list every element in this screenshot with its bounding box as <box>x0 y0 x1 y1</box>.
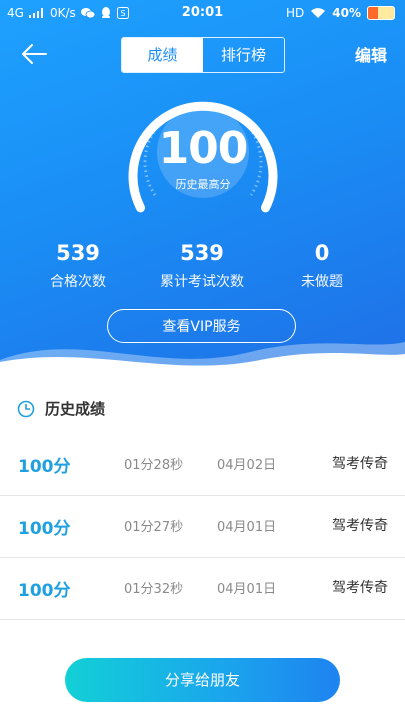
history-row[interactable]: 100分 01分27秒 04月01日 驾考传奇 <box>0 496 405 558</box>
tab-ranking[interactable]: 排行榜 <box>203 38 284 72</box>
stat-label: 合格次数 <box>50 274 106 290</box>
row-date: 04月01日 <box>217 520 277 535</box>
best-score-label: 历史最高分 <box>175 178 231 191</box>
history-title: 历史成绩 <box>45 400 106 418</box>
row-user: 驾考传奇 <box>332 518 388 534</box>
tab-score[interactable]: 成绩 <box>122 38 203 72</box>
status-bar: 4G 0K/s S 20:01 HD 40% <box>0 0 405 26</box>
stat-label: 累计考试次数 <box>160 274 244 290</box>
clock-icon <box>17 400 35 417</box>
wifi-icon <box>311 8 326 18</box>
segment-control: 成绩 排行榜 <box>121 37 285 73</box>
row-user: 驾考传奇 <box>332 456 388 472</box>
row-duration: 01分28秒 <box>124 458 184 473</box>
stat-pass-count: 539 合格次数 <box>38 241 118 291</box>
vip-service-button[interactable]: 查看VIP服务 <box>107 309 296 343</box>
share-button[interactable]: 分享给朋友 <box>65 658 340 702</box>
row-score: 100分 <box>18 457 71 477</box>
stat-value: 539 <box>180 241 224 265</box>
top-nav: 成绩 排行榜 编辑 <box>0 34 405 74</box>
battery-percent: 40% <box>332 6 361 20</box>
stat-label: 未做题 <box>301 274 343 290</box>
row-date: 04月02日 <box>217 458 277 473</box>
stat-total-exams: 539 累计考试次数 <box>137 241 267 291</box>
stat-value: 539 <box>56 241 100 265</box>
history-header: 历史成绩 <box>17 398 105 419</box>
best-score: 100 <box>158 123 249 174</box>
row-duration: 01分32秒 <box>124 582 184 597</box>
stat-undone: 0 未做题 <box>287 241 357 291</box>
row-score: 100分 <box>18 519 71 539</box>
row-score: 100分 <box>18 581 71 601</box>
stat-value: 0 <box>314 241 330 265</box>
wave-decoration-front <box>0 352 405 380</box>
row-duration: 01分27秒 <box>124 520 184 535</box>
back-arrow-icon[interactable] <box>18 40 50 68</box>
edit-button[interactable]: 编辑 <box>355 42 387 66</box>
hd-label: HD <box>286 6 305 20</box>
history-row[interactable]: 100分 01分28秒 04月02日 驾考传奇 <box>0 434 405 496</box>
battery-icon <box>367 6 395 20</box>
row-user: 驾考传奇 <box>332 580 388 596</box>
row-date: 04月01日 <box>217 582 277 597</box>
history-row[interactable]: 100分 01分32秒 04月01日 驾考传奇 <box>0 558 405 620</box>
